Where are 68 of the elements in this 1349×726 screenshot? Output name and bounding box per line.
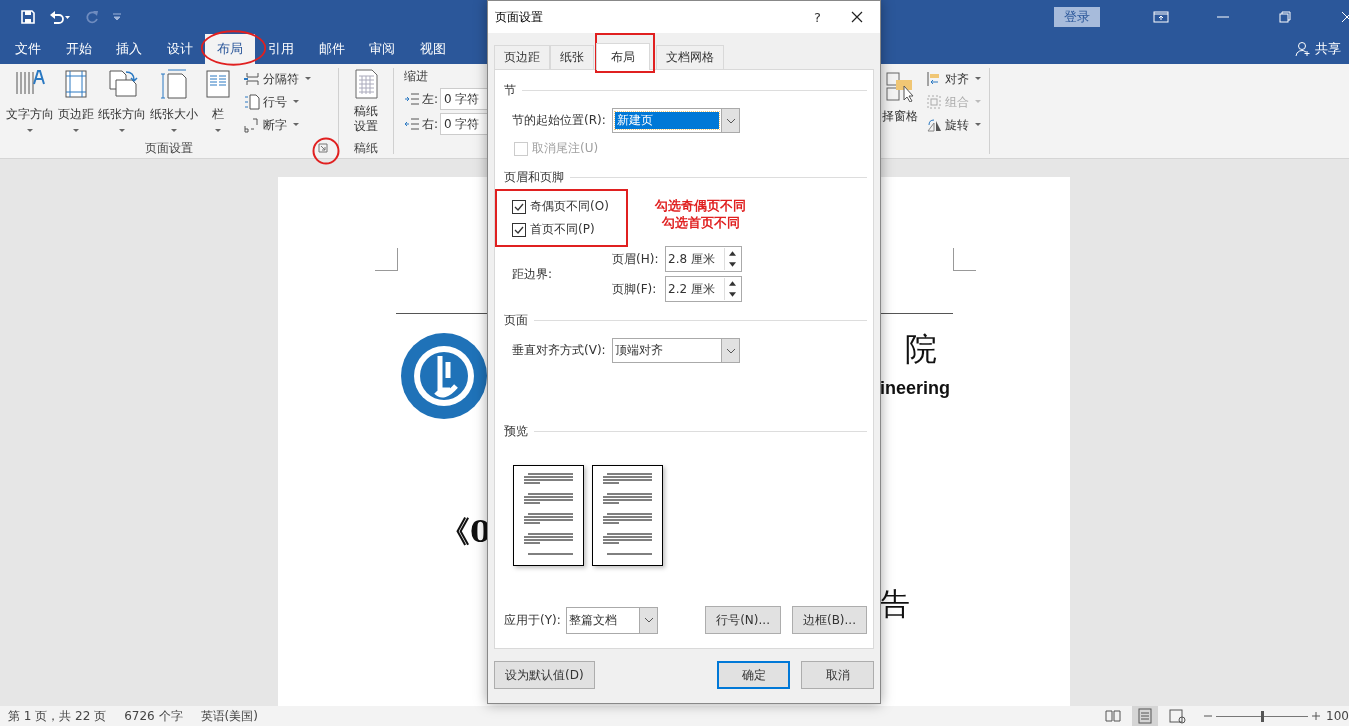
checkbox-label: 奇偶页不同(O) — [530, 198, 609, 215]
word-count[interactable]: 6726 个字 — [124, 707, 183, 725]
spin-field[interactable]: 2.2 厘米 — [665, 276, 742, 302]
field-label: 左: — [422, 90, 439, 108]
section-heading: 页眉和页脚 — [504, 169, 564, 186]
indent-field[interactable]: 0 字符 — [440, 113, 487, 135]
help-button[interactable]: ? — [814, 9, 821, 25]
checkbox-label: 取消尾注(U) — [532, 140, 599, 157]
ribbon-tab[interactable]: 审阅 — [357, 34, 408, 64]
dialog-button[interactable]: 设为默认值(D) — [494, 661, 595, 689]
ribbon-tab[interactable]: 邮件 — [306, 34, 357, 64]
alignment-dropdown[interactable]: 顶端对齐 — [612, 338, 740, 363]
dialog-title: 页面设置 — [495, 8, 543, 26]
ribbon-tab[interactable]: 设计 — [154, 34, 205, 64]
ribbon-tab[interactable]: 开始 — [53, 34, 104, 64]
field-label: 页脚(F): — [612, 280, 658, 298]
group-title: 缩进 — [404, 68, 429, 85]
checkbox-label: 首页不同(P) — [530, 221, 595, 238]
document-title: 院 — [905, 329, 937, 370]
language[interactable]: 英语(美国) — [200, 707, 258, 725]
ribbon-tab[interactable]: 引用 — [255, 34, 306, 64]
dialog-button[interactable]: 取消 — [801, 661, 874, 689]
dialog-tab[interactable]: 页边距 — [494, 45, 550, 69]
document-subtitle: ineering — [880, 378, 950, 399]
ribbon-tab[interactable]: 插入 — [104, 34, 155, 64]
field-label: 垂直对齐方式(V): — [512, 342, 607, 359]
spin-field[interactable]: 2.8 厘米 — [665, 246, 742, 272]
section-start-dropdown[interactable]: 新建页 — [612, 108, 740, 133]
zoom-level[interactable]: 100 — [1326, 709, 1349, 723]
ribbon-button[interactable]: 行号 — [244, 93, 311, 111]
dialog-tab[interactable]: 文档网格 — [656, 45, 724, 69]
field-label: 右: — [422, 115, 439, 133]
section-heading: 节 — [504, 82, 516, 99]
share-button[interactable]: 共享 — [1315, 40, 1341, 58]
group-label: 页面设置 — [145, 139, 193, 157]
field-label: 页眉(H): — [612, 250, 660, 268]
ribbon-button[interactable]: 文字方向 — [4, 68, 56, 138]
ribbon-button[interactable]: 栏 — [200, 68, 236, 138]
page-count[interactable]: 第 1 页，共 22 页 — [8, 707, 107, 725]
line-numbers-button[interactable]: 行号(N)... — [705, 606, 781, 634]
dialog-tab[interactable]: 纸张 — [550, 45, 594, 69]
document-heading: 告 — [880, 585, 910, 623]
ribbon-button[interactable]: 纸张大小 — [148, 68, 200, 138]
ribbon-tab[interactable]: 布局 — [205, 34, 256, 64]
indent-field[interactable]: 0 字符 — [440, 88, 487, 110]
ribbon-button[interactable]: 对齐 — [926, 70, 981, 88]
field-label: 应用于(Y): — [504, 611, 562, 629]
annotation-text: 勾选首页不同 — [661, 215, 740, 232]
ribbon-tab[interactable]: 视图 — [407, 34, 458, 64]
ribbon-button[interactable]: 页边距 — [56, 68, 96, 138]
ribbon-button[interactable]: 纸张方向 — [96, 68, 148, 138]
sign-in-button[interactable]: 登录 — [1054, 7, 1100, 27]
ribbon-button[interactable]: 分隔符 — [244, 70, 311, 88]
ribbon-button[interactable]: 断字 — [244, 116, 311, 134]
section-heading: 页面 — [504, 312, 528, 329]
apply-to-dropdown[interactable]: 整篇文档 — [566, 606, 658, 634]
field-label: 节的起始位置(R): — [512, 112, 607, 129]
ribbon-button[interactable]: 稿纸设置 — [348, 68, 384, 138]
ribbon-tab[interactable]: 文件 — [3, 34, 53, 64]
borders-button[interactable]: 边框(B)... — [791, 606, 867, 634]
ribbon-button[interactable]: 旋转 — [926, 116, 981, 134]
group-label: 稿纸 — [354, 139, 378, 157]
section-heading: 预览 — [504, 423, 528, 440]
field-label: 距边界: — [512, 265, 554, 283]
ribbon-button[interactable]: 择窗格 — [880, 64, 920, 158]
dialog-tab[interactable]: 布局 — [596, 43, 650, 70]
dialog-button[interactable]: 确定 — [717, 661, 790, 689]
annotation-text: 勾选奇偶页不同 — [655, 198, 746, 215]
